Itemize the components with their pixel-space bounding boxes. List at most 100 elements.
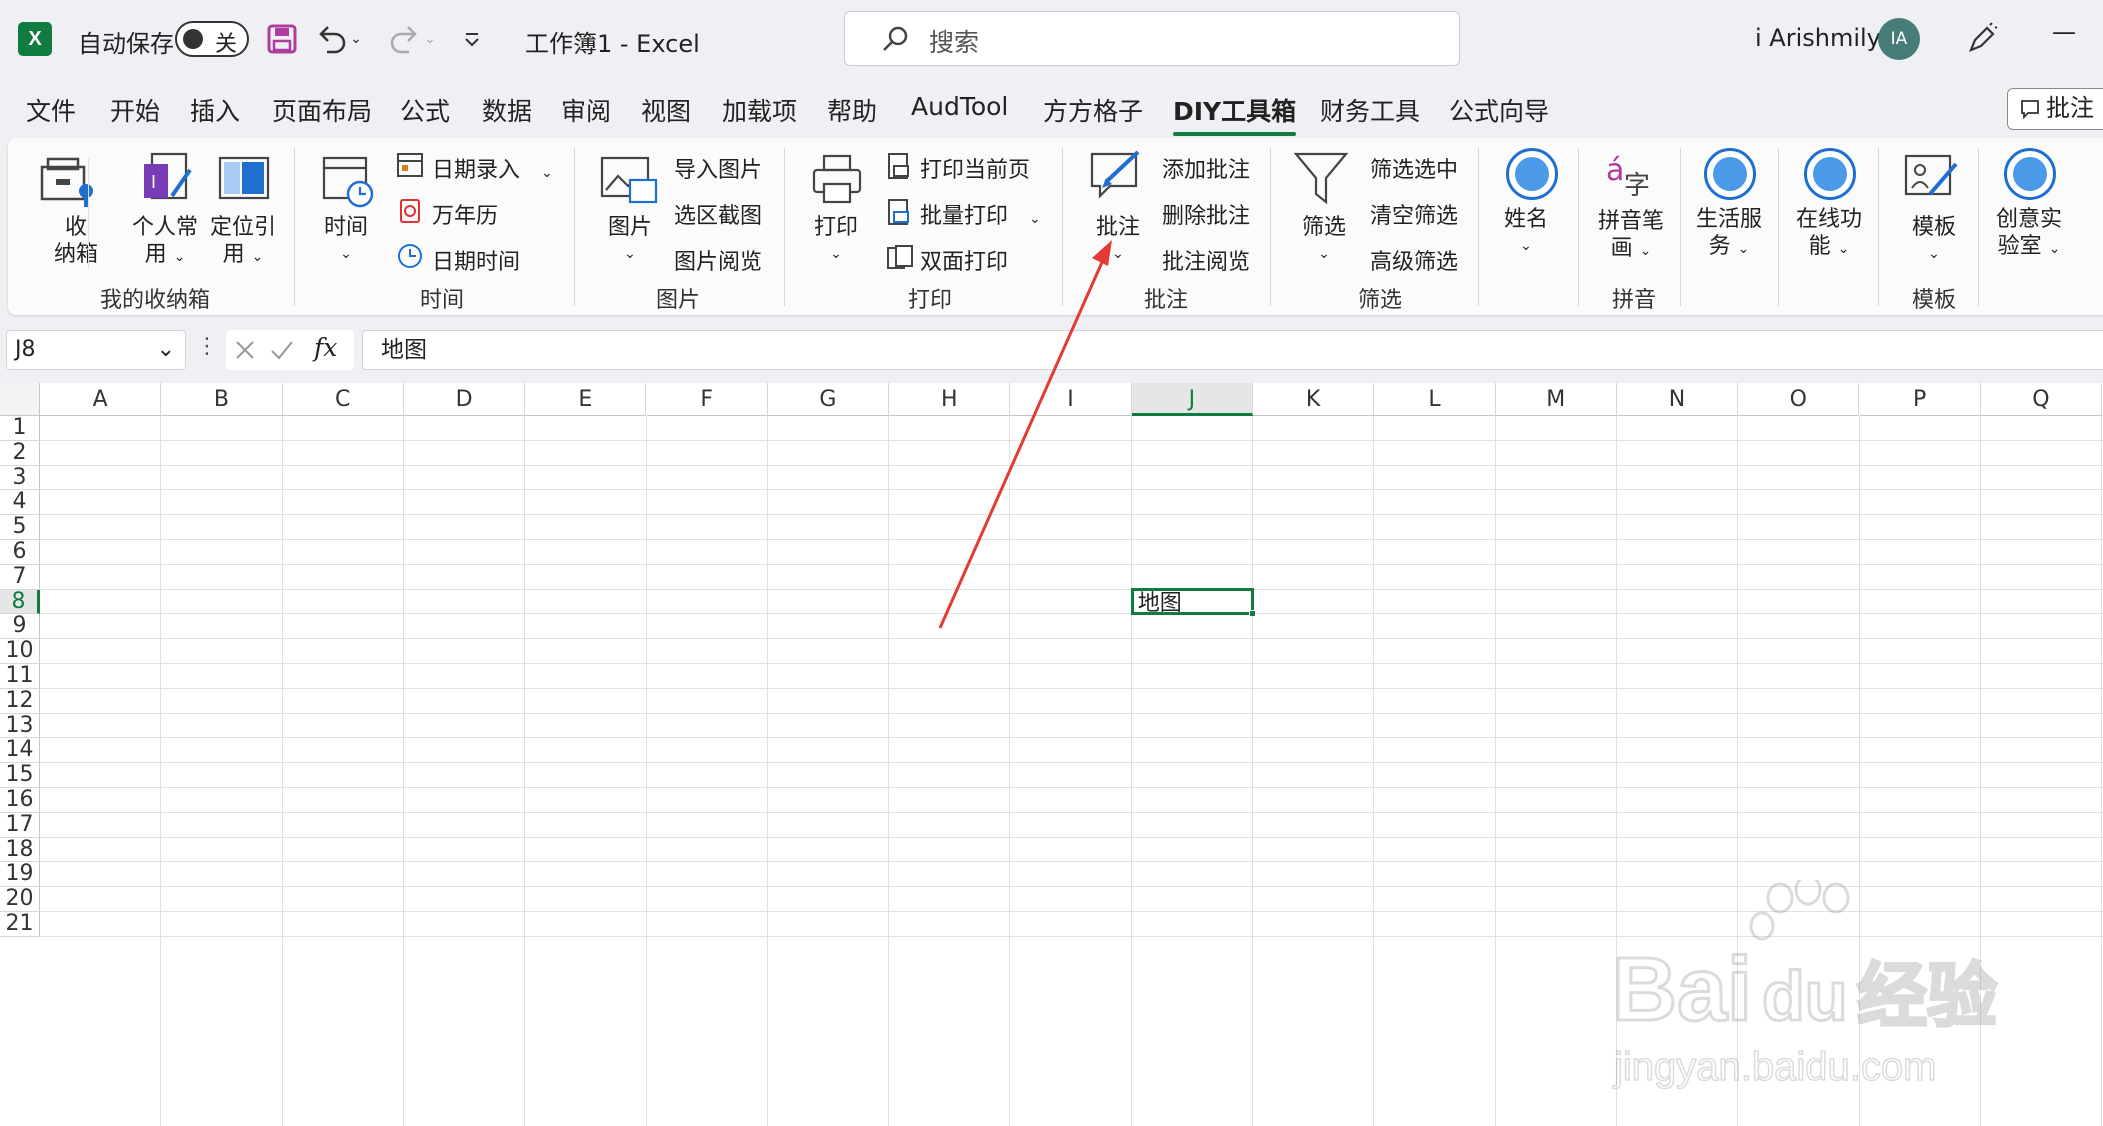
- worksheet-grid[interactable]: A B C D E F G H I J K L M N O P Q 1 2 3 4 5 6 7 8 9 10 11 12 13 14 15 16…: [0, 383, 2103, 1126]
- column-header-d[interactable]: D: [403, 383, 526, 416]
- tab-view[interactable]: 视图: [641, 92, 691, 128]
- tab-page-layout[interactable]: 页面布局: [272, 92, 372, 128]
- search-box[interactable]: 搜索: [844, 11, 1460, 66]
- redo-dropdown-icon[interactable]: ⌄: [420, 20, 440, 58]
- column-header-e[interactable]: E: [525, 383, 647, 416]
- datetime-button[interactable]: 日期时间: [432, 244, 520, 276]
- filter-button-label[interactable]: 筛选 ⌄: [1302, 214, 1346, 268]
- storage-box-label[interactable]: 收 纳箱: [54, 214, 98, 268]
- print-button-label[interactable]: 打印 ⌄: [814, 214, 858, 268]
- template-icon[interactable]: [1904, 152, 1960, 208]
- pinyin-icon[interactable]: á字: [1602, 148, 1658, 208]
- active-cell-j8[interactable]: 地图: [1130, 587, 1256, 618]
- chevron-down-icon[interactable]: ⌄: [157, 331, 175, 369]
- row-header-12[interactable]: 12: [0, 688, 40, 714]
- time-button-label[interactable]: 时间 ⌄: [324, 214, 368, 268]
- tab-data[interactable]: 数据: [482, 92, 532, 128]
- tab-diy-toolbox[interactable]: DIY工具箱: [1173, 92, 1297, 136]
- personal-favorites-label[interactable]: 个人常 用 ⌄: [132, 214, 198, 271]
- row-header-7[interactable]: 7: [0, 564, 40, 590]
- tab-home[interactable]: 开始: [110, 92, 160, 128]
- column-header-p[interactable]: P: [1859, 383, 1981, 416]
- tab-finance-tools[interactable]: 财务工具: [1320, 92, 1420, 128]
- row-header-17[interactable]: 17: [0, 812, 40, 838]
- comments-button[interactable]: 批注: [2007, 88, 2103, 130]
- designer-pen-icon[interactable]: [1962, 20, 2002, 58]
- column-header-g[interactable]: G: [767, 383, 890, 416]
- column-header-a[interactable]: A: [40, 383, 162, 416]
- duplex-print-button[interactable]: 双面打印: [920, 244, 1008, 276]
- row-header-8[interactable]: 8: [0, 589, 40, 615]
- row-header-4[interactable]: 4: [0, 490, 40, 516]
- personal-favorites-icon[interactable]: I: [142, 150, 194, 212]
- column-header-k[interactable]: K: [1253, 383, 1375, 416]
- template-button-label[interactable]: 模板 ⌄: [1912, 214, 1956, 268]
- tab-help[interactable]: 帮助: [827, 92, 877, 128]
- formula-input[interactable]: 地图: [362, 330, 2103, 370]
- picture-viewer-button[interactable]: 图片阅览: [674, 244, 762, 276]
- redo-icon[interactable]: [384, 20, 424, 58]
- tab-formula-wizard[interactable]: 公式向导: [1449, 92, 1549, 128]
- picture-icon[interactable]: [600, 154, 660, 210]
- column-header-l[interactable]: L: [1374, 383, 1496, 416]
- avatar[interactable]: IA: [1878, 18, 1920, 60]
- column-header-c[interactable]: C: [282, 383, 404, 416]
- tab-audtool[interactable]: AudTool: [911, 92, 1008, 121]
- row-header-5[interactable]: 5: [0, 514, 40, 540]
- fill-handle[interactable]: [1248, 610, 1256, 618]
- user-name[interactable]: i Arishmily: [1755, 24, 1881, 52]
- column-header-i[interactable]: I: [1010, 383, 1132, 416]
- save-icon[interactable]: [262, 20, 302, 58]
- column-header-f[interactable]: F: [646, 383, 768, 416]
- enter-check-icon[interactable]: [270, 339, 294, 361]
- column-header-q[interactable]: Q: [1980, 383, 2103, 416]
- name-circle-icon[interactable]: [1506, 148, 1558, 200]
- column-header-m[interactable]: M: [1495, 383, 1617, 416]
- name-button-label[interactable]: 姓名 ⌄: [1504, 206, 1548, 260]
- comment-viewer-button[interactable]: 批注阅览: [1162, 244, 1250, 276]
- minimize-button[interactable]: —: [2052, 18, 2076, 46]
- delete-comment-button[interactable]: 删除批注: [1162, 198, 1250, 230]
- row-header-11[interactable]: 11: [0, 663, 40, 689]
- tab-insert[interactable]: 插入: [190, 92, 240, 128]
- customize-qat-icon[interactable]: [452, 20, 492, 58]
- row-header-6[interactable]: 6: [0, 539, 40, 565]
- column-header-j[interactable]: J: [1131, 383, 1253, 416]
- clear-filter-button[interactable]: 清空筛选: [1370, 198, 1458, 230]
- life-service-circle-icon[interactable]: [1704, 148, 1756, 200]
- cancel-icon[interactable]: [234, 339, 256, 361]
- import-picture-button[interactable]: 导入图片: [674, 152, 762, 184]
- row-header-9[interactable]: 9: [0, 614, 40, 640]
- tab-review[interactable]: 审阅: [561, 92, 611, 128]
- row-header-13[interactable]: 13: [0, 713, 40, 739]
- tab-file[interactable]: 文件: [26, 92, 76, 128]
- row-header-10[interactable]: 10: [0, 638, 40, 664]
- row-header-21[interactable]: 21: [0, 911, 40, 937]
- comment-edit-icon[interactable]: [1088, 148, 1148, 210]
- row-header-18[interactable]: 18: [0, 837, 40, 863]
- life-service-label[interactable]: 生活服 务 ⌄: [1696, 206, 1762, 263]
- insert-function-button[interactable]: fx: [314, 333, 337, 362]
- column-header-h[interactable]: H: [889, 383, 1011, 416]
- column-header-o[interactable]: O: [1738, 383, 1860, 416]
- print-current-page-button[interactable]: 打印当前页: [920, 152, 1030, 184]
- creative-lab-label[interactable]: 创意实 验室 ⌄: [1996, 206, 2062, 263]
- add-comment-button[interactable]: 添加批注: [1162, 152, 1250, 184]
- filter-funnel-icon[interactable]: [1293, 150, 1349, 212]
- online-feature-label[interactable]: 在线功 能 ⌄: [1796, 206, 1862, 263]
- advanced-filter-button[interactable]: 高级筛选: [1370, 244, 1458, 276]
- locate-reference-icon[interactable]: [218, 156, 270, 204]
- selection-screenshot-button[interactable]: 选区截图: [674, 198, 762, 230]
- pinyin-strokes-label[interactable]: 拼音笔 画 ⌄: [1598, 208, 1664, 265]
- filter-selected-button[interactable]: 筛选选中: [1370, 152, 1458, 184]
- date-entry-button[interactable]: 日期录入 ⌄: [432, 152, 553, 184]
- select-all-corner[interactable]: [0, 383, 40, 416]
- online-feature-circle-icon[interactable]: [1804, 148, 1856, 200]
- row-header-3[interactable]: 3: [0, 465, 40, 491]
- batch-print-button[interactable]: 批量打印 ⌄: [920, 198, 1041, 230]
- autosave-toggle[interactable]: 关: [175, 21, 249, 57]
- row-header-15[interactable]: 15: [0, 762, 40, 788]
- row-header-16[interactable]: 16: [0, 787, 40, 813]
- row-header-2[interactable]: 2: [0, 440, 40, 466]
- row-header-20[interactable]: 20: [0, 886, 40, 912]
